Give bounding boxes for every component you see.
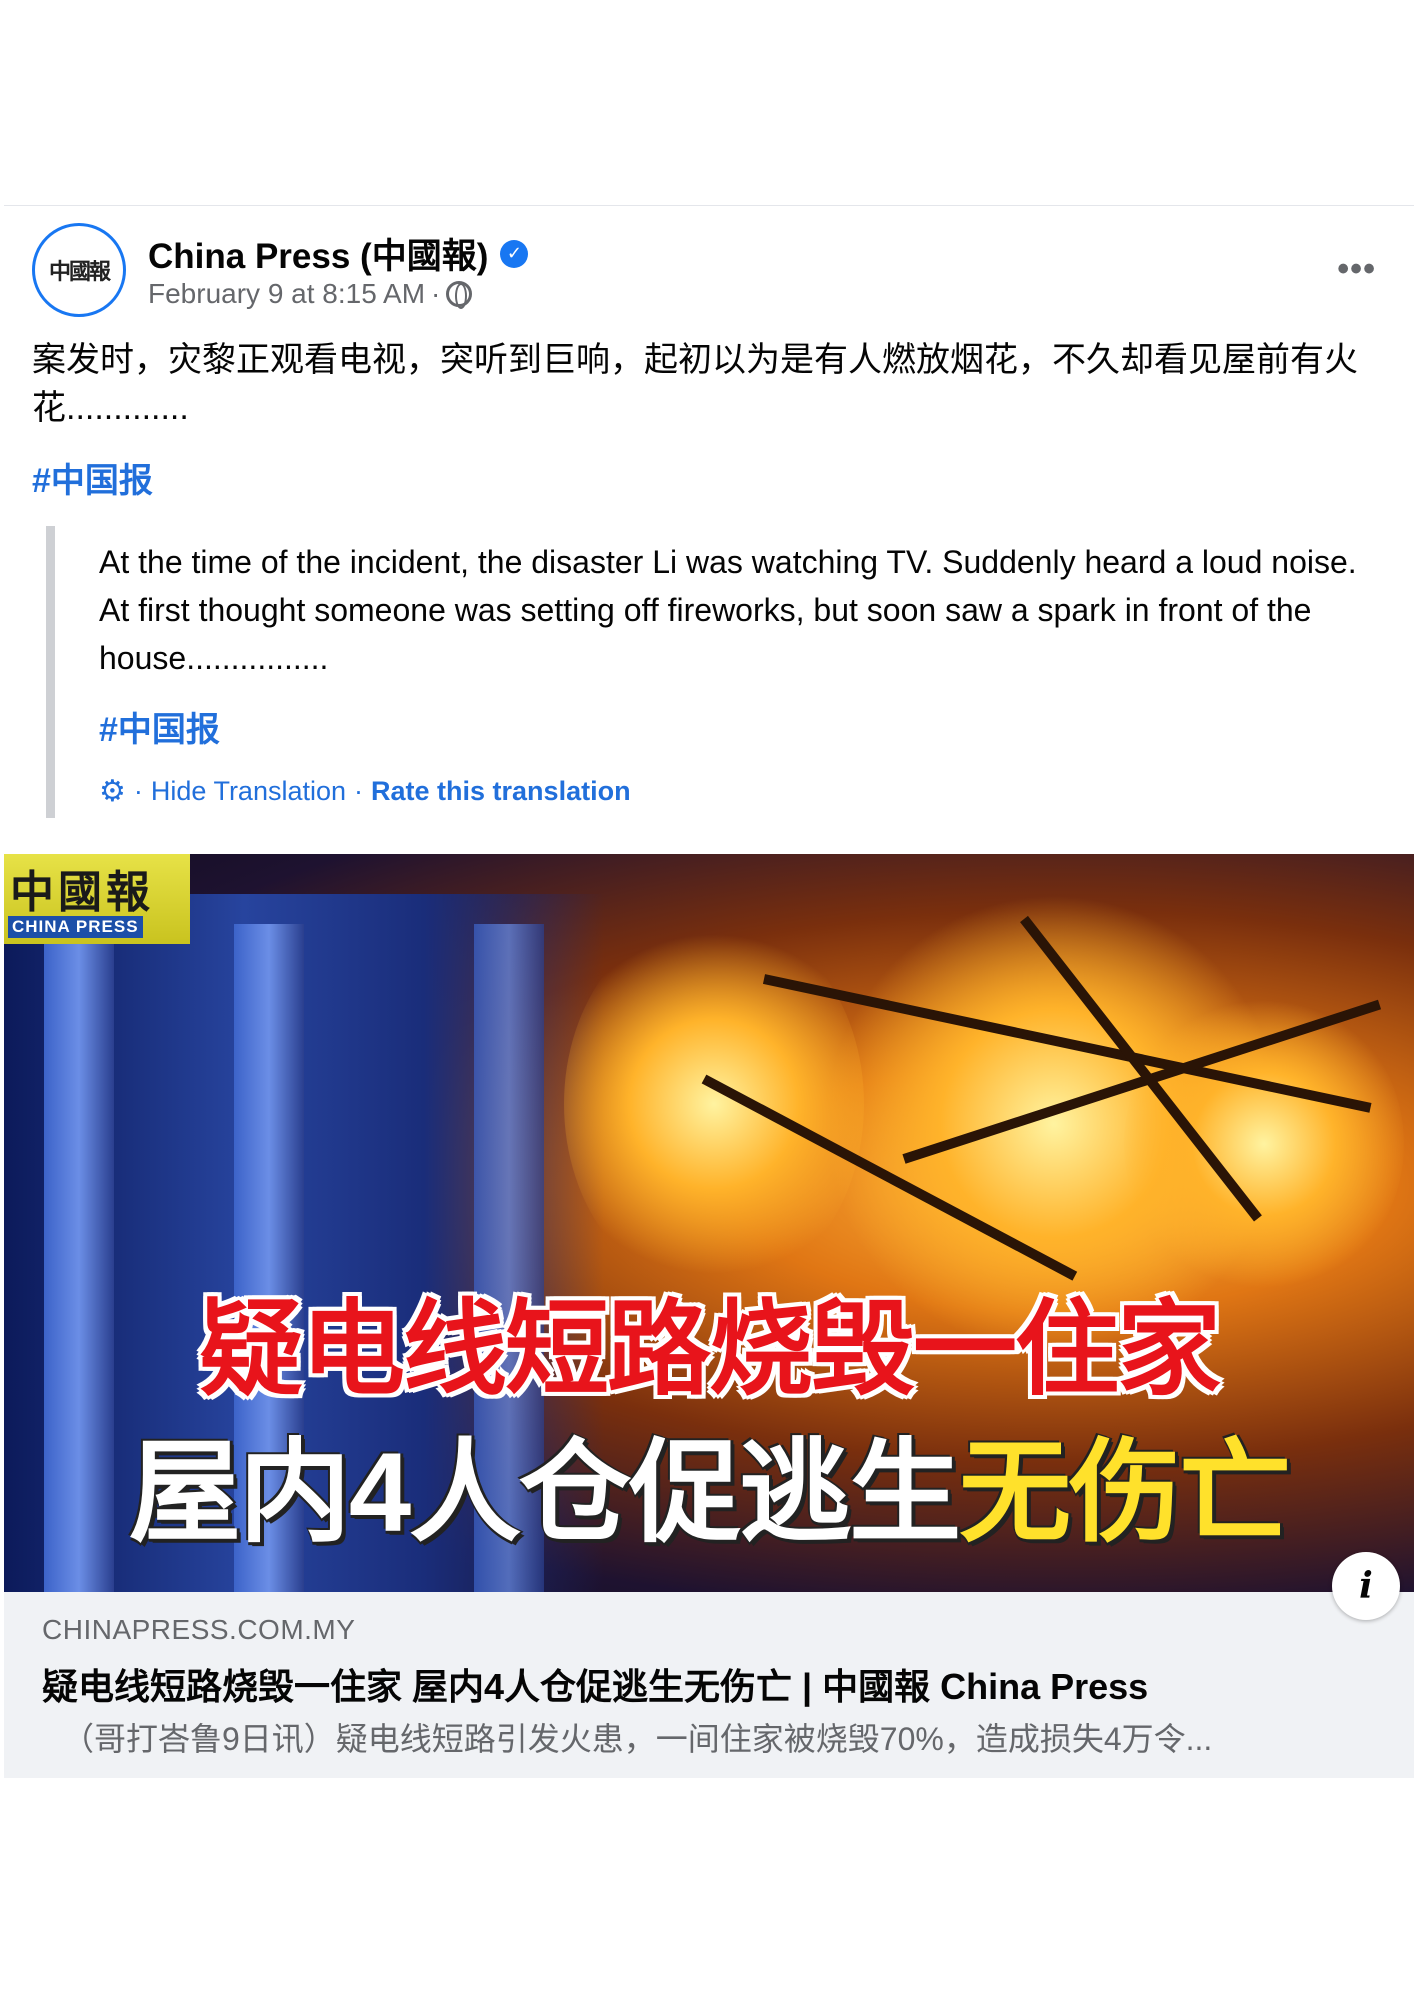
meta-separator: · bbox=[431, 278, 441, 309]
post-hashtag-link[interactable]: #中国报 bbox=[32, 453, 153, 502]
headline-yellow-part: 无伤亡 bbox=[959, 1430, 1291, 1555]
facebook-post: 中國報 China Press (中國報) ✓ February 9 at 8:… bbox=[4, 205, 1414, 1778]
image-headline-red: 疑电线短路烧毁一住家 bbox=[198, 1292, 1221, 1408]
link-title[interactable]: 疑电线短路烧毁一住家 屋内4人仓促逃生无伤亡 | 中國報 China Press bbox=[42, 1658, 1382, 1710]
info-icon[interactable]: i bbox=[1332, 1552, 1400, 1620]
translated-text: At the time of the incident, the disaste… bbox=[99, 544, 1357, 676]
hide-translation-link[interactable]: Hide Translation bbox=[151, 776, 346, 807]
headline-white-part: 屋内4人仓促逃生 bbox=[128, 1430, 961, 1555]
gear-icon[interactable]: ⚙ bbox=[99, 774, 126, 809]
globe-icon bbox=[446, 281, 473, 309]
link-description: （哥打峇鲁9日讯）疑电线短路引发火患，一间住家被烧毁70%，造成损失4万令... bbox=[62, 1721, 1213, 1757]
post-timestamp[interactable]: February 9 at 8:15 AM bbox=[148, 278, 425, 310]
translation-block: At the time of the incident, the disaste… bbox=[46, 526, 1385, 818]
post-text: 案发时，灾黎正观看电视，突听到巨响，起初以为是有人燃放烟花，不久却看见屋前有火花… bbox=[32, 341, 1358, 427]
image-headline-white: 屋内4人仓促逃生无伤亡 bbox=[4, 1402, 1414, 1564]
translation-actions: ⚙ · Hide Translation · Rate this transla… bbox=[99, 774, 631, 809]
post-meta: February 9 at 8:15 AM · bbox=[148, 278, 473, 310]
logo-chinese-text: 中國報 bbox=[10, 867, 154, 918]
link-domain: CHINAPRESS.COM.MY bbox=[42, 1614, 356, 1645]
avatar-logo-text: 中國報 bbox=[48, 259, 111, 285]
rate-translation-link[interactable]: Rate this translation bbox=[371, 776, 631, 807]
actions-separator-1: · bbox=[133, 776, 143, 806]
link-preview-card[interactable]: CHINAPRESS.COM.MY 疑电线短路烧毁一住家 屋内4人仓促逃生无伤亡… bbox=[4, 1592, 1414, 1778]
page-name-row: China Press (中國報) ✓ bbox=[148, 228, 529, 279]
verified-badge-icon: ✓ bbox=[500, 239, 529, 268]
more-options-button[interactable]: ••• bbox=[1337, 250, 1376, 289]
logo-english-text: CHINA PRESS bbox=[8, 916, 143, 938]
translated-hashtag-link[interactable]: #中国报 bbox=[99, 702, 220, 751]
fire-glow-graphic bbox=[564, 914, 864, 1294]
page-avatar[interactable]: 中國報 bbox=[32, 223, 126, 317]
actions-separator-2: · bbox=[354, 776, 364, 806]
page-name-link[interactable]: China Press (中國報) bbox=[148, 228, 488, 279]
link-preview-image[interactable]: 中國報 CHINA PRESS 疑电线短路烧毁一住家 屋内4人仓促逃生无伤亡 bbox=[4, 854, 1414, 1592]
china-press-logo: 中國報 CHINA PRESS bbox=[4, 854, 190, 944]
